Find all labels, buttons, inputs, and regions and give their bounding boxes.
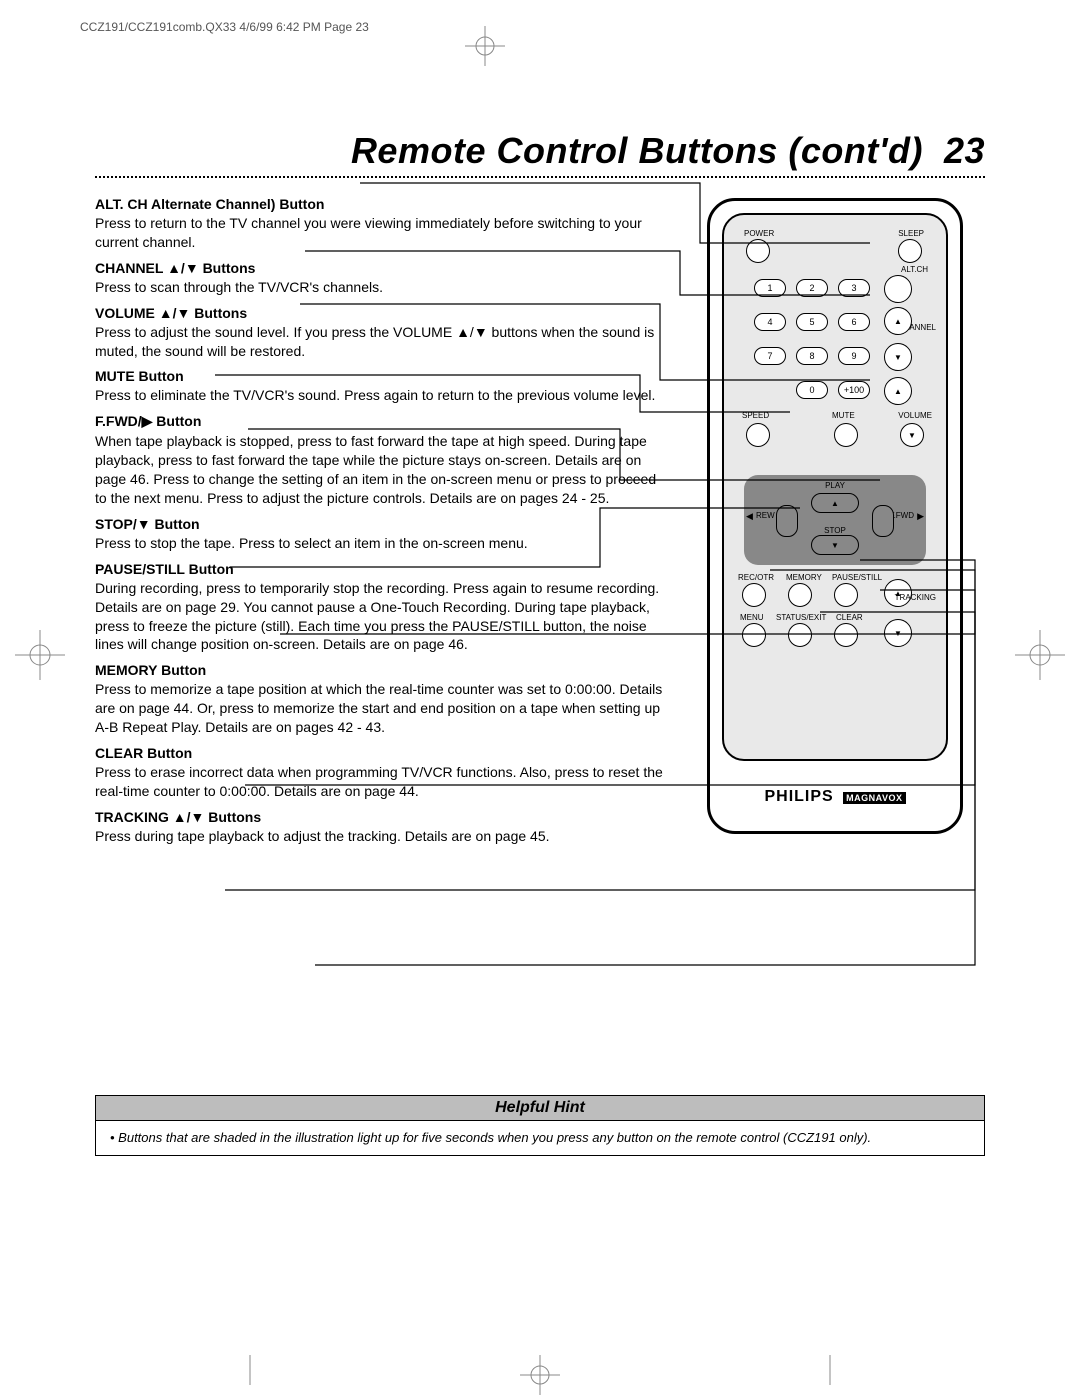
button-volume-up: ▲ <box>884 377 912 405</box>
remote-illustration: POWER SLEEP ALT.CH 1 2 3 4 5 6 CHANNEL ▲ <box>707 198 963 834</box>
crop-tick-mark <box>825 1355 835 1385</box>
button-channel-up: ▲ <box>884 307 912 335</box>
section-heading-channel: CHANNEL ▲/▼ Buttons <box>95 260 669 276</box>
label-rew: REW <box>756 511 775 520</box>
section-body-tracking: Press during tape playback to adjust the… <box>95 827 669 846</box>
page-title: Remote Control Buttons (cont'd) 23 <box>95 130 985 172</box>
button-pause-still <box>834 583 858 607</box>
arrow-left-icon: ◀ <box>746 511 753 522</box>
section-heading-stop: STOP/▼ Button <box>95 516 669 532</box>
button-num-1: 1 <box>754 279 786 297</box>
button-plus-100: +100 <box>838 381 870 399</box>
brand-text: PHILIPS <box>764 788 833 805</box>
button-num-2: 2 <box>796 279 828 297</box>
brand-row: PHILIPS MAGNAVOX <box>710 788 960 806</box>
crop-registration-mark <box>520 1355 560 1385</box>
button-play: ▲ <box>811 493 859 513</box>
section-heading-memory: MEMORY Button <box>95 662 669 678</box>
button-num-9: 9 <box>838 347 870 365</box>
section-body-clear: Press to erase incorrect data when progr… <box>95 763 669 801</box>
section-heading-tracking: TRACKING ▲/▼ Buttons <box>95 809 669 825</box>
page-title-text: Remote Control Buttons (cont'd) <box>351 130 923 171</box>
label-clear: CLEAR <box>836 613 863 622</box>
button-speed <box>746 423 770 447</box>
descriptions-column: ALT. CH Alternate Channel) Button Press … <box>95 188 669 852</box>
helpful-hint-title: Helpful Hint <box>96 1096 984 1121</box>
button-tracking-down: ▼ <box>884 619 912 647</box>
button-num-6: 6 <box>838 313 870 331</box>
section-body-pause: During recording, press to temporarily s… <box>95 579 669 655</box>
button-menu <box>742 623 766 647</box>
button-rew <box>776 505 798 537</box>
section-heading-ffwd: F.FWD/▶ Button <box>95 413 669 430</box>
transport-cluster: PLAY ▲ REW ◀ F.FWD ▶ ▼ STOP <box>744 475 926 565</box>
button-power <box>746 239 770 263</box>
label-rec-otr: REC/OTR <box>738 573 774 582</box>
crop-tick-mark <box>245 1355 255 1385</box>
button-num-7: 7 <box>754 347 786 365</box>
button-memory <box>788 583 812 607</box>
title-separator <box>95 176 985 178</box>
section-heading-clear: CLEAR Button <box>95 745 669 761</box>
label-pause-still: PAUSE/STILL <box>832 573 882 582</box>
button-channel-down: ▼ <box>884 343 912 371</box>
label-alt-ch: ALT.CH <box>901 265 928 274</box>
label-sleep: SLEEP <box>898 229 924 238</box>
label-stop: STOP <box>824 526 846 535</box>
button-num-8: 8 <box>796 347 828 365</box>
section-body-memory: Press to memorize a tape position at whi… <box>95 680 669 737</box>
label-status-exit: STATUS/EXIT <box>776 613 826 622</box>
button-status-exit <box>788 623 812 647</box>
section-body-alt-ch: Press to return to the TV channel you we… <box>95 214 669 252</box>
label-play: PLAY <box>825 481 845 490</box>
button-num-5: 5 <box>796 313 828 331</box>
label-tracking: TRACKING <box>895 593 936 602</box>
label-memory: MEMORY <box>786 573 822 582</box>
section-body-ffwd: When tape playback is stopped, press to … <box>95 432 669 508</box>
label-mute: MUTE <box>832 411 855 420</box>
label-volume: VOLUME <box>898 411 932 420</box>
button-num-0: 0 <box>796 381 828 399</box>
button-stop: ▼ <box>811 535 859 555</box>
button-alt-ch <box>884 275 912 303</box>
label-power: POWER <box>744 229 774 238</box>
source-header-line: CCZ191/CCZ191comb.QX33 4/6/99 6:42 PM Pa… <box>80 20 369 34</box>
remote-illustration-column: POWER SLEEP ALT.CH 1 2 3 4 5 6 CHANNEL ▲ <box>685 188 985 852</box>
label-menu: MENU <box>740 613 764 622</box>
crop-registration-mark <box>465 26 505 66</box>
helpful-hint-text: Buttons that are shaded in the illustrat… <box>110 1130 871 1145</box>
section-body-volume: Press to adjust the sound level. If you … <box>95 323 669 361</box>
page-number: 23 <box>944 130 985 171</box>
button-mute <box>834 423 858 447</box>
button-clear <box>834 623 858 647</box>
section-body-mute: Press to eliminate the TV/VCR's sound. P… <box>95 386 669 405</box>
crop-registration-mark <box>1015 630 1065 683</box>
button-num-4: 4 <box>754 313 786 331</box>
section-heading-alt-ch: ALT. CH Alternate Channel) Button <box>95 196 669 212</box>
section-body-stop: Press to stop the tape. Press to select … <box>95 534 669 553</box>
button-rec-otr <box>742 583 766 607</box>
brand-box: MAGNAVOX <box>843 792 905 804</box>
section-heading-volume: VOLUME ▲/▼ Buttons <box>95 305 669 321</box>
button-volume-down: ▼ <box>900 423 924 447</box>
button-sleep <box>898 239 922 263</box>
button-num-3: 3 <box>838 279 870 297</box>
helpful-hint-body: Buttons that are shaded in the illustrat… <box>96 1121 984 1155</box>
section-body-channel: Press to scan through the TV/VCR's chann… <box>95 278 669 297</box>
button-ffwd <box>872 505 894 537</box>
section-heading-mute: MUTE Button <box>95 368 669 384</box>
helpful-hint-box: Helpful Hint Buttons that are shaded in … <box>95 1095 985 1156</box>
crop-registration-mark <box>15 630 65 683</box>
section-heading-pause: PAUSE/STILL Button <box>95 561 669 577</box>
arrow-right-icon: ▶ <box>917 511 924 522</box>
label-speed: SPEED <box>742 411 769 420</box>
